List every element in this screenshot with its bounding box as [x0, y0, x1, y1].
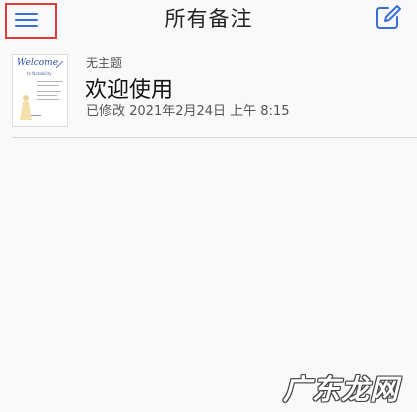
compose-edit-icon — [376, 5, 401, 29]
note-thumbnail: Welcome to Notability — [12, 54, 68, 127]
list-divider — [12, 137, 417, 138]
thumbnail-pen-icon — [55, 60, 64, 69]
compose-button[interactable] — [374, 3, 402, 31]
top-bar: 所有备注 — [0, 0, 417, 39]
note-list-item[interactable]: Welcome to Notability 无主题 欢迎使用 已修改 2021年… — [12, 48, 417, 137]
note-category: 无主题 — [86, 56, 123, 70]
page-title: 所有备注 — [164, 7, 253, 31]
thumbnail-subheading: to Notability — [27, 71, 52, 76]
thumbnail-heading: Welcome — [17, 58, 59, 68]
watermark: 广东龙网 — [283, 373, 400, 406]
note-modified-date: 已修改 2021年2月24日 上午 8:15 — [86, 104, 290, 119]
thumbnail-figure-icon — [20, 95, 32, 120]
